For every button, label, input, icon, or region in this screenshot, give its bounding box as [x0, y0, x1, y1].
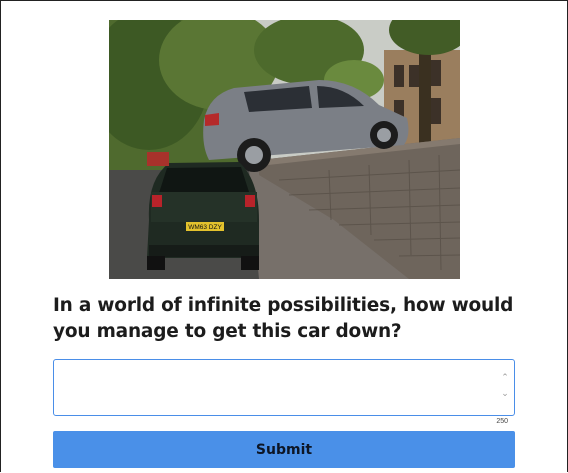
textarea-scrollbar[interactable]: ⌃ ⌄ [499, 370, 511, 406]
scroll-up-icon[interactable]: ⌃ [499, 370, 511, 386]
char-counter: 250 [496, 418, 508, 425]
scroll-down-icon[interactable]: ⌄ [499, 386, 511, 402]
question-card: WM63 DZY In a world of infinite possibil… [0, 0, 568, 472]
answer-textarea[interactable] [54, 360, 494, 414]
answer-field-container[interactable]: ⌃ ⌄ [53, 359, 515, 416]
car-on-wall-photo: WM63 DZY [109, 20, 460, 279]
license-plate-text: WM63 DZY [188, 224, 222, 231]
question-text: In a world of infinite possibilities, ho… [53, 295, 514, 342]
submit-button[interactable]: Submit [53, 431, 515, 468]
